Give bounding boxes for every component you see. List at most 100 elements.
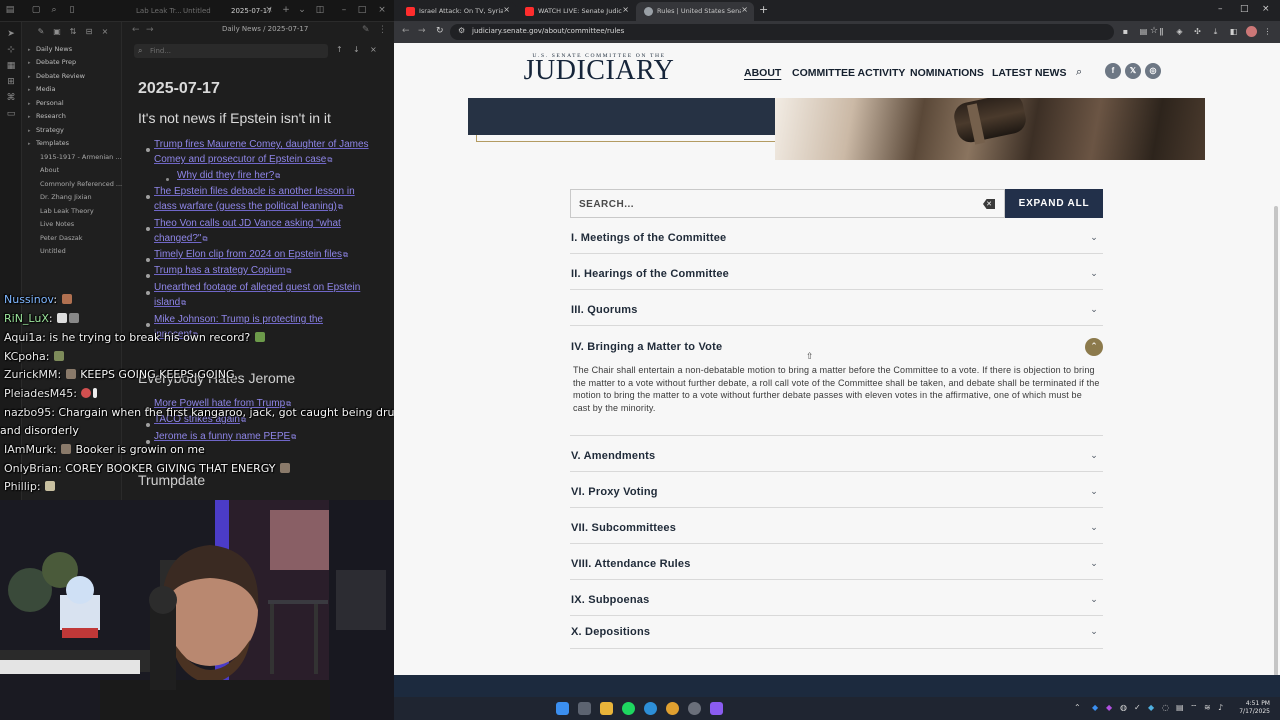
extension-icon[interactable]: ǁ bbox=[1156, 26, 1167, 37]
tab-lab-leak[interactable]: Lab Leak Tr... bbox=[136, 4, 182, 18]
tray-app-icon[interactable]: ✓ bbox=[1134, 703, 1141, 712]
file-item[interactable]: Peter Daszak bbox=[28, 233, 120, 244]
profile-avatar[interactable] bbox=[1246, 26, 1257, 37]
close-tab-icon[interactable]: × bbox=[741, 5, 748, 14]
folder-personal[interactable]: ▸ Personal bbox=[28, 98, 120, 109]
search-icon[interactable]: ⌕ bbox=[48, 5, 60, 16]
maximize-icon[interactable]: □ bbox=[1240, 4, 1249, 14]
close-window-icon[interactable]: × bbox=[1262, 4, 1270, 14]
chevron-down-icon[interactable]: ⌄ bbox=[1089, 523, 1099, 533]
extension-icon[interactable]: ▤ bbox=[1138, 26, 1149, 37]
rule-accordion-item[interactable]: IX. Subpoenas ⌄ bbox=[570, 580, 1103, 616]
file-item[interactable]: Commonly Referenced ... bbox=[28, 179, 122, 190]
new-tab-icon[interactable]: + bbox=[759, 3, 768, 16]
browser-tab-active[interactable]: Rules | United States Senate Co × bbox=[636, 2, 754, 21]
close-tab-icon[interactable]: × bbox=[503, 5, 510, 14]
new-note-icon[interactable]: ✎ bbox=[36, 27, 46, 37]
rule-accordion-item[interactable]: III. Quorums ⌄ bbox=[570, 290, 1103, 326]
news-link[interactable]: Why did they fire her?⧉ bbox=[177, 168, 280, 184]
folder-media[interactable]: ▸ Media bbox=[28, 84, 120, 95]
rule-accordion-item[interactable]: I. Meetings of the Committee ⌄ bbox=[570, 218, 1103, 254]
rule-accordion-item[interactable]: II. Hearings of the Committee ⌄ bbox=[570, 254, 1103, 290]
clock-date[interactable]: 7/17/2025 bbox=[1230, 708, 1270, 715]
nav-latest-news[interactable]: LATEST NEWS bbox=[992, 67, 1066, 79]
extensions-puzzle-icon[interactable]: ✣ bbox=[1192, 26, 1203, 37]
windows-start-icon[interactable] bbox=[556, 702, 569, 715]
browser-tab[interactable]: Israel Attack: On TV, Syria Repo × bbox=[398, 2, 516, 21]
news-link[interactable]: Timely Elon clip from 2024 on Epstein fi… bbox=[154, 247, 348, 263]
folder-debate-prep[interactable]: ▸ Debate Prep bbox=[28, 57, 120, 68]
rule-accordion-item[interactable]: V. Amendments ⌄ bbox=[570, 436, 1103, 472]
chevron-down-icon[interactable]: ⌄ bbox=[1089, 269, 1099, 279]
file-item[interactable]: 1915-1917 - Armenian ... bbox=[28, 152, 122, 163]
tray-app-icon[interactable]: ▤ bbox=[1176, 703, 1184, 712]
close-tab-icon[interactable]: × bbox=[622, 5, 629, 14]
rules-search-input[interactable] bbox=[579, 197, 959, 212]
forward-icon[interactable]: → bbox=[418, 26, 426, 36]
address-bar[interactable]: ⚙ judiciary.senate.gov/about/committee/r… bbox=[450, 24, 1158, 40]
news-link[interactable]: Theo Von calls out JD Vance asking "what bbox=[154, 216, 341, 231]
extension-icon[interactable]: ▪ bbox=[1120, 26, 1131, 37]
download-icon[interactable]: ⤓ bbox=[1210, 26, 1221, 37]
chrome-icon[interactable] bbox=[666, 702, 679, 715]
sidebar-toggle-icon[interactable]: ▤ bbox=[4, 5, 16, 16]
folder-strategy[interactable]: ▸ Strategy bbox=[28, 125, 120, 136]
back-icon[interactable]: ← bbox=[132, 25, 140, 35]
maximize-icon[interactable]: □ bbox=[356, 5, 368, 16]
calendar-icon[interactable]: ▦ bbox=[5, 60, 17, 72]
folder-icon[interactable]: ▢ bbox=[30, 5, 42, 16]
file-item[interactable]: Lab Leak Theory bbox=[28, 206, 120, 217]
more-options-icon[interactable]: ⋮ bbox=[378, 25, 387, 35]
previous-match-icon[interactable]: ↑ bbox=[336, 45, 343, 54]
folder-research[interactable]: ▸ Research bbox=[28, 111, 120, 122]
rule-accordion-item[interactable]: X. Depositions ⌄ bbox=[570, 616, 1103, 649]
chevron-down-icon[interactable]: ⌄ bbox=[1089, 233, 1099, 243]
folder-debate-review[interactable]: ▸ Debate Review bbox=[28, 71, 120, 82]
network-icon[interactable]: ⌔ bbox=[1190, 703, 1198, 713]
chevron-up-icon[interactable]: ⌃ bbox=[1085, 338, 1103, 356]
news-link[interactable]: class warfare (guess the political leani… bbox=[154, 199, 343, 215]
site-logo[interactable]: JUDICIARY bbox=[515, 57, 683, 85]
folder-templates[interactable]: ▸ Templates bbox=[28, 138, 120, 149]
edge-icon[interactable] bbox=[644, 702, 657, 715]
news-link[interactable]: Trump has a strategy Copium⧉ bbox=[154, 263, 291, 279]
nav-nominations[interactable]: NOMINATIONS bbox=[910, 67, 984, 79]
tray-app-icon[interactable]: ◍ bbox=[1120, 703, 1127, 712]
folder-daily-news[interactable]: ▸ Daily News bbox=[28, 44, 120, 55]
spotify-icon[interactable] bbox=[622, 702, 635, 715]
obs-icon[interactable] bbox=[688, 702, 701, 715]
wifi-icon[interactable]: ≋ bbox=[1204, 703, 1211, 712]
news-link[interactable]: The Epstein files debacle is another les… bbox=[154, 184, 355, 199]
close-window-icon[interactable]: × bbox=[376, 5, 388, 16]
obsidian-icon[interactable] bbox=[710, 702, 723, 715]
chevron-down-icon[interactable]: ⌄ bbox=[1089, 451, 1099, 461]
forward-icon[interactable]: → bbox=[146, 25, 154, 35]
close-icon[interactable]: × bbox=[100, 27, 110, 37]
file-item[interactable]: Untitled bbox=[28, 246, 120, 257]
file-item[interactable]: Live Notes bbox=[28, 219, 120, 230]
url-text[interactable]: judiciary.senate.gov/about/committee/rul… bbox=[472, 27, 624, 35]
rule-accordion-item[interactable]: VIII. Attendance Rules ⌄ bbox=[570, 544, 1103, 580]
reload-icon[interactable]: ↻ bbox=[436, 26, 444, 36]
instagram-icon[interactable]: ◎ bbox=[1145, 63, 1161, 79]
more-options-icon[interactable]: ⋮ bbox=[1262, 26, 1273, 37]
edit-icon[interactable]: ✎ bbox=[362, 25, 370, 35]
rule-accordion-item[interactable]: VI. Proxy Voting ⌄ bbox=[570, 472, 1103, 508]
tray-app-icon[interactable]: ◆ bbox=[1092, 703, 1098, 712]
chevron-down-icon[interactable]: ⌄ bbox=[296, 5, 308, 16]
bookmark-icon[interactable]: ▯ bbox=[66, 5, 78, 16]
site-info-icon[interactable]: ⚙ bbox=[458, 26, 465, 35]
chevron-down-icon[interactable]: ⌄ bbox=[1089, 559, 1099, 569]
collapse-icon[interactable]: ⊟ bbox=[84, 27, 94, 37]
terminal-icon[interactable]: ▭ bbox=[5, 108, 17, 120]
news-link[interactable]: Trump fires Maurene Comey, daughter of J… bbox=[154, 137, 369, 152]
volume-icon[interactable]: ♪ bbox=[1218, 703, 1223, 712]
command-icon[interactable]: ⌘ bbox=[5, 92, 17, 104]
browser-tab[interactable]: WATCH LIVE: Senate Judiciary C × bbox=[517, 2, 635, 21]
tray-app-icon[interactable]: ◌ bbox=[1162, 703, 1169, 712]
minimize-icon[interactable]: – bbox=[1218, 4, 1223, 14]
task-view-icon[interactable] bbox=[578, 702, 591, 715]
news-link[interactable]: changed?"⧉ bbox=[154, 231, 207, 247]
nav-committee-activity[interactable]: COMMITTEE ACTIVITY bbox=[792, 67, 905, 79]
chevron-down-icon[interactable]: ⌄ bbox=[1089, 595, 1099, 605]
